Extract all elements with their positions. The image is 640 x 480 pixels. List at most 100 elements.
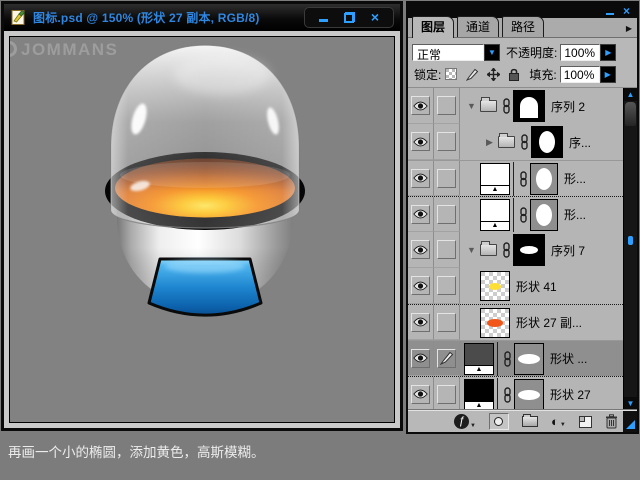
layer-name[interactable]: 序列 2	[551, 98, 585, 115]
scroll-down-icon[interactable]: ▼	[624, 397, 637, 410]
link-well[interactable]	[437, 205, 456, 224]
expand-open-icon[interactable]: ▼	[466, 101, 477, 111]
fill-field[interactable]: 100%	[560, 66, 600, 83]
lock-icons	[444, 67, 521, 81]
fill-color-thumbnail[interactable]: ▲	[480, 163, 510, 195]
expand-open-icon[interactable]: ▼	[466, 245, 477, 255]
layer-name[interactable]: 形状 ...	[550, 350, 587, 367]
layer-style-fx-button[interactable]: ƒ▼	[454, 414, 476, 429]
layer-row-group-xu[interactable]: ▶ 序...	[408, 124, 623, 160]
visibility-eye-icon[interactable]	[411, 132, 430, 151]
layer-row-shape27-copy[interactable]: 形状 27 副...	[408, 304, 623, 340]
vector-mask-thumbnail[interactable]	[514, 379, 544, 411]
document-titlebar[interactable]: 图标.psd @ 150% (形状 27 副本, RGB/8) ×	[4, 4, 400, 31]
add-layer-mask-button[interactable]	[489, 413, 509, 430]
layer-name[interactable]: 序...	[569, 134, 591, 151]
layer-row-active-shape[interactable]: ▲ 形状 ...	[408, 340, 623, 376]
lock-position-move-icon[interactable]	[486, 67, 500, 81]
close-button[interactable]: ×	[367, 11, 383, 24]
delete-layer-button[interactable]	[605, 414, 618, 429]
folder-icon	[480, 100, 497, 112]
lock-image-brush-icon[interactable]	[465, 67, 479, 81]
vector-mask-thumbnail[interactable]	[530, 163, 558, 195]
blend-mode-dropdown-icon[interactable]: ▼	[484, 44, 500, 61]
vector-mask-thumbnail[interactable]	[530, 199, 558, 231]
restore-icon	[344, 12, 355, 23]
visibility-eye-icon[interactable]	[411, 169, 430, 188]
link-chain-icon	[519, 207, 528, 223]
link-well[interactable]	[437, 313, 456, 332]
link-chain-icon	[502, 98, 511, 114]
layer-name[interactable]: 形...	[564, 170, 586, 187]
layer-name[interactable]: 形...	[564, 206, 586, 223]
scroll-up-icon[interactable]: ▲	[624, 88, 637, 101]
link-well[interactable]	[437, 96, 456, 115]
scrollbar-thumb[interactable]	[625, 102, 636, 126]
layer-name[interactable]: 形状 27	[550, 386, 591, 403]
fill-spinner-icon[interactable]: ▶	[600, 66, 616, 83]
fill-color-thumbnail[interactable]: ▲	[480, 199, 510, 231]
layer-thumbnail[interactable]	[480, 271, 510, 301]
blend-mode-select[interactable]: 正常	[412, 44, 484, 61]
canvas[interactable]: JOMMANS	[9, 36, 395, 423]
lock-all-padlock-icon[interactable]	[507, 67, 521, 81]
adjustment-layer-button[interactable]: ◐▼	[551, 415, 566, 428]
layer-row-shape41[interactable]: 形状 41	[408, 268, 623, 304]
minimize-button[interactable]	[315, 11, 331, 24]
visibility-eye-icon[interactable]	[411, 240, 430, 259]
expand-closed-icon[interactable]: ▶	[484, 137, 495, 148]
visibility-eye-icon[interactable]	[411, 205, 430, 224]
layer-row-group-xulie7[interactable]: ▼ 序列 7	[408, 232, 623, 268]
tab-channels[interactable]: 通道	[457, 16, 499, 37]
minimize-icon	[319, 19, 328, 22]
opacity-spinner-icon[interactable]: ▶	[600, 44, 616, 61]
new-layer-icon	[579, 416, 592, 428]
panel-menu-icon[interactable]: ▶	[626, 24, 632, 33]
lock-transparency-icon[interactable]	[444, 67, 458, 81]
tab-layers[interactable]: 图层	[412, 16, 454, 38]
mask-circle-icon	[494, 417, 503, 426]
panel-minimize-button[interactable]	[606, 2, 614, 20]
layers-scrollbar[interactable]: ▲ ▼	[623, 88, 637, 410]
folder-icon	[498, 136, 515, 148]
new-layer-button[interactable]	[579, 416, 592, 428]
capsule-icon-artwork	[98, 39, 310, 327]
active-paintbrush-icon[interactable]	[437, 349, 456, 368]
dropdown-arrow-icon: ▼	[560, 422, 566, 428]
layer-name[interactable]: 序列 7	[551, 242, 585, 259]
restore-button[interactable]	[341, 11, 357, 24]
visibility-eye-icon[interactable]	[411, 96, 430, 115]
link-well[interactable]	[437, 169, 456, 188]
link-chain-icon	[503, 387, 512, 403]
vector-mask-thumbnail[interactable]	[514, 343, 544, 375]
opacity-field[interactable]: 100%	[560, 44, 600, 61]
panel-close-button[interactable]: ×	[623, 6, 630, 16]
group-mask-thumbnail[interactable]	[513, 90, 545, 122]
visibility-eye-icon[interactable]	[411, 276, 430, 295]
new-group-button[interactable]	[522, 416, 538, 427]
group-mask-thumbnail[interactable]	[513, 234, 545, 266]
visibility-eye-icon[interactable]	[411, 385, 430, 404]
layer-row-shape-a[interactable]: ▲ 形...	[408, 160, 623, 196]
tab-paths[interactable]: 路径	[502, 16, 544, 37]
panel-tabs: 图层 通道 路径 ▶	[408, 18, 637, 38]
layer-row-group-xulie2[interactable]: ▼ 序列 2	[408, 88, 623, 124]
visibility-eye-icon[interactable]	[411, 313, 430, 332]
link-well[interactable]	[437, 385, 456, 404]
document-window: 图标.psd @ 150% (形状 27 副本, RGB/8) × JOMMAN…	[1, 1, 403, 431]
layer-thumbnail[interactable]	[480, 308, 510, 338]
fill-color-thumbnail[interactable]: ▲	[464, 379, 494, 411]
layer-name[interactable]: 形状 41	[516, 278, 557, 295]
link-well[interactable]	[437, 240, 456, 259]
layer-row-shape27[interactable]: ▲ 形状 27	[408, 376, 623, 410]
visibility-eye-icon[interactable]	[411, 349, 430, 368]
window-controls: ×	[304, 7, 394, 28]
panel-resize-grip[interactable]	[623, 411, 637, 432]
fill-color-thumbnail[interactable]: ▲	[464, 343, 494, 375]
link-well[interactable]	[437, 132, 456, 151]
layer-row-shape-b[interactable]: ▲ 形...	[408, 196, 623, 232]
group-mask-thumbnail[interactable]	[531, 126, 563, 158]
lock-label: 锁定:	[414, 66, 441, 83]
layer-name[interactable]: 形状 27 副...	[516, 314, 582, 331]
link-well[interactable]	[437, 276, 456, 295]
